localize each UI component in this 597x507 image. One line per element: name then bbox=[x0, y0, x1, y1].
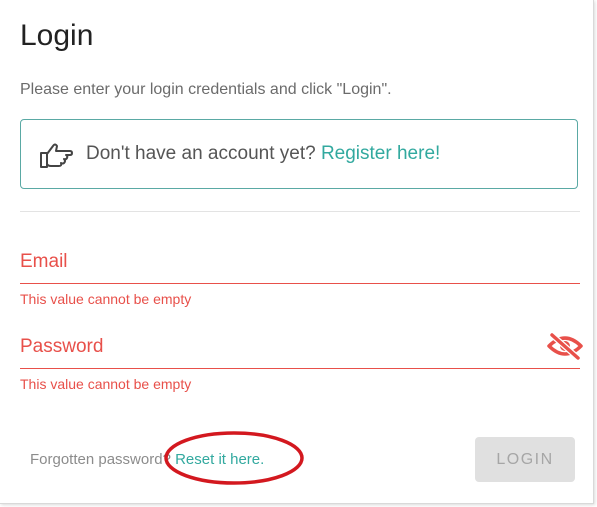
forgot-password-text: Forgotten password? bbox=[30, 451, 171, 468]
email-error: This value cannot be empty bbox=[20, 291, 192, 307]
login-button[interactable]: LOGIN bbox=[475, 437, 575, 482]
eye-slash-icon[interactable] bbox=[546, 332, 584, 360]
register-link[interactable]: Register here! bbox=[321, 143, 440, 164]
instructions-text: Please enter your login credentials and … bbox=[20, 81, 392, 98]
email-input[interactable] bbox=[20, 254, 540, 282]
email-field[interactable]: Email bbox=[20, 251, 580, 284]
register-prompt: Don't have an account yet? Register here… bbox=[86, 143, 440, 165]
page-title: Login bbox=[20, 19, 94, 52]
password-field[interactable]: Password bbox=[20, 336, 580, 369]
password-input[interactable] bbox=[20, 339, 540, 367]
email-underline bbox=[20, 283, 580, 284]
password-error: This value cannot be empty bbox=[20, 376, 192, 392]
password-underline bbox=[20, 368, 580, 369]
register-callout: Don't have an account yet? Register here… bbox=[20, 119, 578, 189]
divider bbox=[20, 211, 580, 212]
forgot-password: Forgotten password? Reset it here. bbox=[30, 451, 264, 468]
reset-password-link[interactable]: Reset it here. bbox=[175, 451, 264, 468]
login-dialog: Login Please enter your login credential… bbox=[0, 0, 594, 504]
register-prompt-text: Don't have an account yet? bbox=[86, 143, 316, 164]
thumb-pointing-right-icon bbox=[40, 143, 73, 168]
